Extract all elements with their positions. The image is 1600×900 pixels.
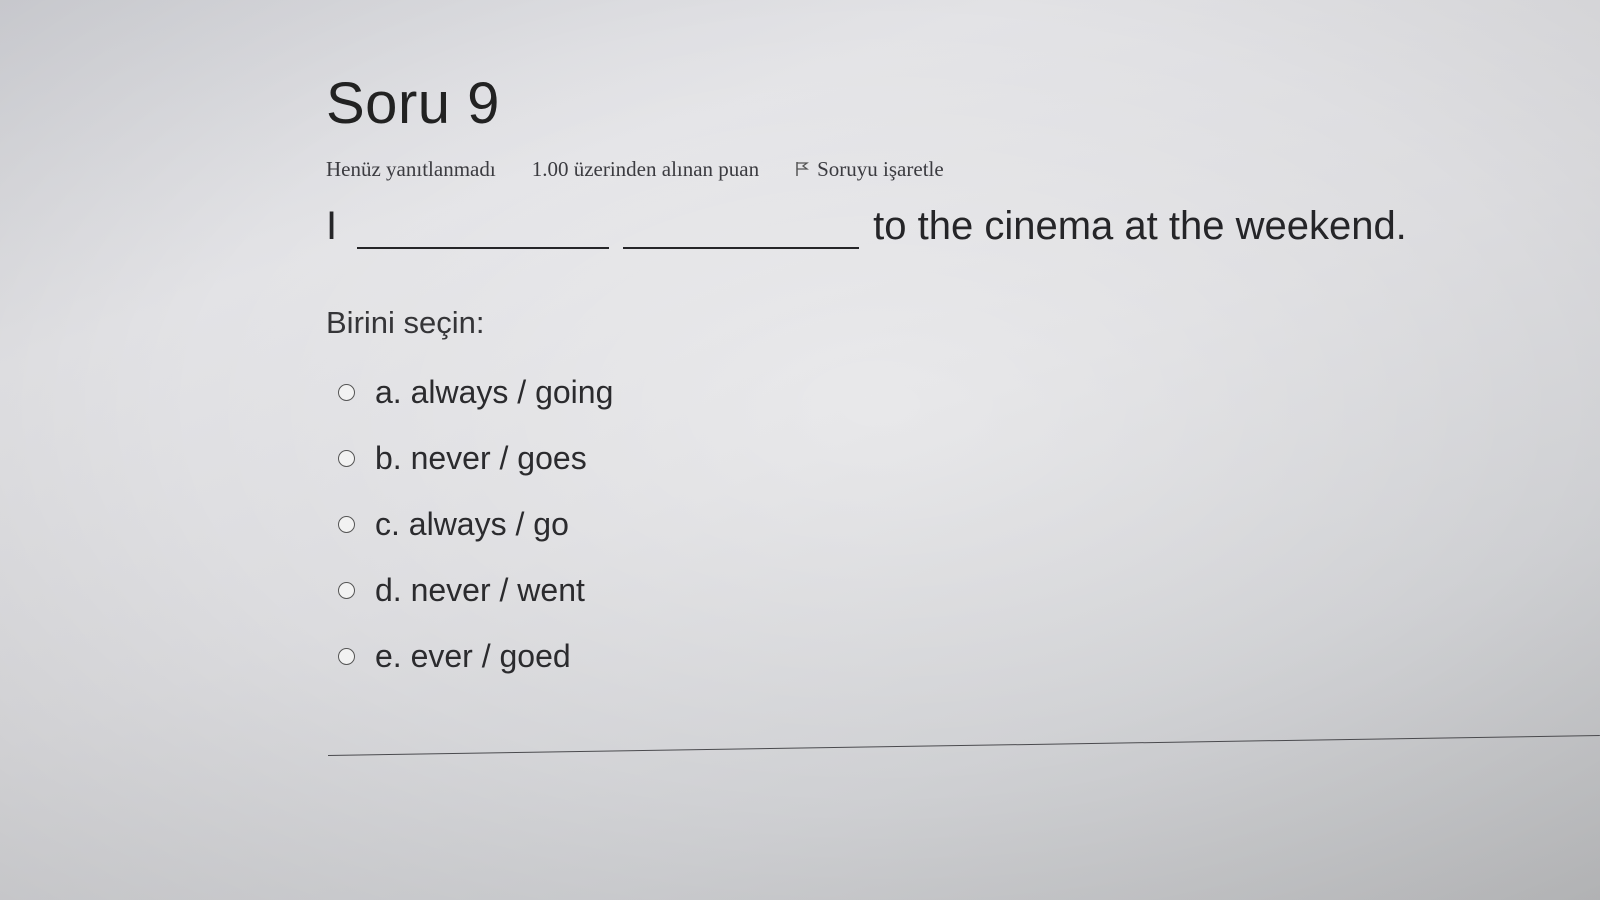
question-grade: 1.00 üzerinden alınan puan bbox=[531, 156, 760, 181]
question-block: Soru 9 Henüz yanıtlanmadı 1.00 üzerinden… bbox=[326, 70, 1576, 689]
blank-1 bbox=[357, 217, 610, 249]
flag-icon bbox=[796, 162, 810, 176]
answer-option-d[interactable]: d. never / went bbox=[326, 557, 1576, 623]
radio-button[interactable] bbox=[338, 647, 355, 665]
answer-label: d. never / went bbox=[375, 571, 585, 608]
flag-question-label: Soruyu işaretle bbox=[817, 156, 944, 181]
radio-button[interactable] bbox=[338, 515, 355, 533]
answer-label: b. never / goes bbox=[375, 439, 587, 476]
flag-question-link[interactable]: Soruyu işaretle bbox=[795, 157, 944, 182]
answer-prompt: Birini seçin: bbox=[326, 305, 485, 340]
radio-button[interactable] bbox=[338, 581, 355, 599]
answer-option-a[interactable]: a. always / going bbox=[326, 359, 1576, 425]
answer-label: e. ever / goed bbox=[375, 637, 571, 674]
question-state: Henüz yanıtlanmadı bbox=[326, 156, 496, 181]
question-text-prefix: I bbox=[326, 204, 338, 248]
question-text: I to the cinema at the weekend. bbox=[326, 197, 1576, 249]
question-text-suffix: to the cinema at the weekend. bbox=[873, 204, 1407, 248]
answer-list: a. always / going b. never / goes c. alw… bbox=[326, 359, 1576, 689]
blank-2 bbox=[623, 217, 860, 249]
answer-option-e[interactable]: e. ever / goed bbox=[326, 623, 1576, 689]
answer-label: c. always / go bbox=[375, 505, 569, 542]
radio-button[interactable] bbox=[338, 449, 355, 467]
section-divider bbox=[327, 735, 1600, 756]
radio-button[interactable] bbox=[338, 383, 355, 401]
question-info: Henüz yanıtlanmadı 1.00 üzerinden alınan… bbox=[326, 155, 1576, 183]
answer-option-c[interactable]: c. always / go bbox=[326, 491, 1576, 557]
question-title: Soru 9 bbox=[326, 71, 500, 136]
answer-label: a. always / going bbox=[375, 373, 614, 410]
answer-option-b[interactable]: b. never / goes bbox=[326, 425, 1576, 491]
